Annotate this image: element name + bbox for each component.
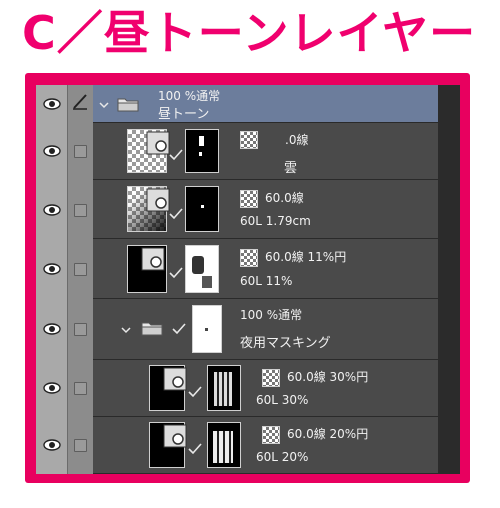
mask-thumbnail — [207, 365, 241, 411]
mask-thumbnail — [192, 305, 222, 353]
layer-tone-label: 60.0線 11%円 — [265, 250, 347, 264]
edit-checkbox[interactable] — [74, 263, 87, 276]
layer-name: 雲 — [284, 161, 298, 176]
layer-panel: 100 %通常 昼トーン .0線 雲 60.0線 60L 1.79cm 60.0… — [36, 85, 460, 474]
layer-row-60l-11[interactable]: 60.0線 11%円 60L 11% — [36, 239, 438, 299]
checkmark-icon — [169, 208, 183, 220]
eye-icon[interactable] — [43, 439, 61, 451]
checkmark-icon — [188, 443, 202, 455]
layer-name: 昼トーン — [158, 107, 210, 122]
layer-blend-label: 100 %通常 — [158, 89, 221, 103]
mask-thumbnail — [185, 186, 219, 232]
eye-icon[interactable] — [43, 323, 61, 335]
pen-icon[interactable] — [71, 92, 89, 110]
layer-row-60l-20[interactable]: 60.0線 20%円 60L 20% — [36, 417, 438, 474]
tone-property-icon — [146, 188, 170, 212]
tone-swatch — [240, 131, 258, 149]
eye-icon[interactable] — [43, 204, 61, 216]
layer-blend-label: 100 %通常 — [240, 308, 303, 322]
checkmark-icon — [169, 149, 183, 161]
eye-icon[interactable] — [43, 98, 61, 110]
mask-thumbnail — [207, 422, 241, 468]
layer-name: 60L 20% — [256, 450, 309, 464]
tone-property-icon — [163, 367, 187, 391]
mask-thumbnail — [185, 245, 219, 293]
checkmark-icon — [172, 323, 186, 335]
tone-property-icon — [163, 424, 187, 448]
tone-swatch — [240, 190, 258, 208]
edit-checkbox[interactable] — [74, 439, 87, 452]
layer-name: 60L 11% — [240, 274, 293, 288]
tone-swatch — [262, 369, 280, 387]
tone-property-icon — [141, 247, 165, 271]
layer-tone-label: 60.0線 20%円 — [287, 427, 369, 441]
layer-row-cloud[interactable]: .0線 雲 — [36, 123, 438, 180]
layer-tone-label: 60.0線 — [265, 191, 304, 205]
layer-name: 60L 30% — [256, 393, 309, 407]
eye-icon[interactable] — [43, 382, 61, 394]
layer-tone-label: .0線 — [285, 133, 309, 147]
page-title: C／昼トーンレイヤー — [22, 6, 477, 60]
edit-checkbox[interactable] — [74, 204, 87, 217]
checkmark-icon — [188, 386, 202, 398]
tone-swatch — [262, 426, 280, 444]
mask-thumbnail — [185, 129, 219, 173]
tone-property-icon — [146, 131, 170, 155]
layer-row-60l-179cm[interactable]: 60.0線 60L 1.79cm — [36, 180, 438, 239]
folder-icon — [141, 322, 163, 336]
tone-swatch — [240, 249, 258, 267]
layer-row-folder-night-mask[interactable]: 100 %通常 夜用マスキング — [36, 299, 438, 360]
layer-tone-label: 60.0線 30%円 — [287, 370, 369, 384]
layer-row-folder-day-tone[interactable]: 100 %通常 昼トーン — [36, 85, 438, 123]
eye-icon[interactable] — [43, 263, 61, 275]
folder-icon — [117, 98, 139, 112]
checkmark-icon — [169, 267, 183, 279]
edit-checkbox[interactable] — [74, 382, 87, 395]
layer-name: 60L 1.79cm — [240, 214, 311, 228]
chevron-down-icon[interactable] — [99, 101, 109, 109]
scrollbar[interactable] — [438, 85, 460, 474]
layer-row-60l-30[interactable]: 60.0線 30%円 60L 30% — [36, 360, 438, 417]
edit-checkbox[interactable] — [74, 145, 87, 158]
layer-name: 夜用マスキング — [240, 336, 331, 351]
eye-icon[interactable] — [43, 145, 61, 157]
edit-checkbox[interactable] — [74, 323, 87, 336]
chevron-down-icon[interactable] — [121, 326, 131, 334]
